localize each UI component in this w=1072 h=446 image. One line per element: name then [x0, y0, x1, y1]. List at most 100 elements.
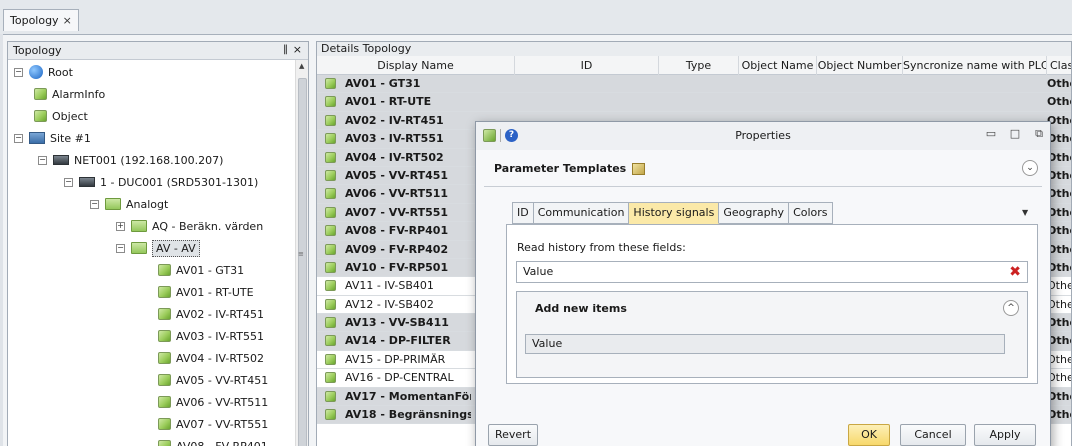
- tree-node[interactable]: AV07 - VV-RT551: [158, 413, 268, 435]
- tree-node[interactable]: AV01 - RT-UTE: [158, 281, 254, 303]
- tab-communication[interactable]: Communication: [533, 202, 630, 224]
- tree-node[interactable]: − Site #1: [14, 127, 91, 149]
- tree-node[interactable]: AV04 - IV-RT502: [158, 347, 264, 369]
- maximize-icon[interactable]: ⧉: [1032, 127, 1046, 141]
- cell-display-name: AV16 - DP-CENTRAL: [345, 371, 454, 385]
- restore-icon[interactable]: □: [1008, 127, 1022, 140]
- tree-node-label: AV08 - FV-RP401: [176, 439, 268, 446]
- doc-tab-topology[interactable]: Topology ×: [3, 9, 79, 31]
- expand-icon[interactable]: +: [116, 221, 125, 231]
- revert-button[interactable]: Revert: [488, 424, 538, 446]
- document-tabstrip: Topology ×: [0, 0, 1072, 34]
- globe-icon: [29, 65, 43, 79]
- dialog-titlebar[interactable]: ? Properties ▭ □ ⧉: [476, 122, 1050, 150]
- collapse-icon[interactable]: −: [14, 67, 23, 77]
- tree-node[interactable]: AlarmInfo: [34, 83, 105, 105]
- tree-node[interactable]: − 1 - DUC001 (SRD5301-1301): [64, 171, 258, 193]
- workspace: Topology ‖ × − Root AlarmInfo Object − Site #…: [3, 34, 1072, 446]
- column-header-id[interactable]: ID: [515, 56, 659, 75]
- close-icon[interactable]: ×: [293, 43, 302, 56]
- ok-button[interactable]: OK: [848, 424, 890, 446]
- collapse-icon[interactable]: −: [38, 155, 47, 165]
- column-header-object-name[interactable]: Object Name: [739, 56, 817, 75]
- column-header-sync-name[interactable]: Syncronize name with PLC: [903, 56, 1047, 75]
- network-icon: [53, 155, 69, 165]
- collapse-icon[interactable]: −: [116, 243, 125, 253]
- cell-object-number: [877, 93, 917, 111]
- tab-geography[interactable]: Geography: [719, 202, 790, 224]
- row-object-icon: [325, 225, 336, 237]
- scroll-thumb[interactable]: [298, 78, 307, 446]
- tree-node-label: NET001 (192.168.100.207): [74, 153, 224, 167]
- new-item-value[interactable]: Value: [525, 334, 1005, 354]
- close-icon[interactable]: ×: [63, 14, 72, 27]
- cell-display-name: AV02 - IV-RT451: [345, 113, 444, 127]
- collapse-icon[interactable]: −: [90, 199, 99, 209]
- delete-icon[interactable]: ✖: [1009, 264, 1021, 280]
- tree-node-label: AV05 - VV-RT451: [176, 373, 269, 387]
- tree-node[interactable]: AV01 - GT31: [158, 259, 244, 281]
- table-row[interactable]: AV01 - GT31 Othe: [317, 75, 1071, 94]
- collapse-icon[interactable]: −: [14, 133, 23, 143]
- topology-panel-header: Topology ‖ ×: [8, 42, 308, 60]
- template-icon: [632, 162, 646, 175]
- dialog-divider: [484, 186, 1042, 187]
- tree-node[interactable]: − NET001 (192.168.100.207): [38, 149, 223, 171]
- topology-panel: Topology ‖ × − Root AlarmInfo Object − Site #…: [7, 41, 309, 446]
- tree-node[interactable]: AV03 - IV-RT551: [158, 325, 264, 347]
- tree-scrollbar[interactable]: ▲ ≡: [295, 60, 308, 446]
- tab-colors[interactable]: Colors: [789, 202, 833, 224]
- cell-sync: [957, 75, 997, 93]
- tree-node[interactable]: − AV - AV: [116, 237, 200, 259]
- cube-icon: [34, 110, 47, 122]
- row-object-icon: [325, 335, 336, 347]
- tree-node-label: AV02 - IV-RT451: [176, 307, 264, 321]
- tree-node-label: AV06 - VV-RT511: [176, 395, 269, 409]
- row-object-icon: [325, 317, 336, 329]
- row-object-icon: [325, 353, 336, 365]
- tree-node[interactable]: + AQ - Beräkn. värden: [116, 215, 263, 237]
- minimize-icon[interactable]: ▭: [984, 127, 998, 140]
- column-header-object-number[interactable]: Object Number: [817, 56, 903, 75]
- cell-type: [659, 75, 739, 93]
- table-row[interactable]: AV01 - RT-UTE Othe: [317, 93, 1071, 112]
- tree-node[interactable]: AV08 - FV-RP401: [158, 435, 268, 446]
- tree-node-label: AV04 - IV-RT502: [176, 351, 264, 365]
- apply-button[interactable]: Apply: [974, 424, 1036, 446]
- cube-icon: [158, 440, 171, 446]
- cube-icon: [158, 264, 171, 276]
- tab-id[interactable]: ID: [512, 202, 534, 224]
- scroll-up-arrow-icon[interactable]: ▲: [299, 62, 304, 70]
- tree-node[interactable]: AV02 - IV-RT451: [158, 303, 264, 325]
- tree-node[interactable]: − Analogt: [90, 193, 168, 215]
- topology-tree: − Root AlarmInfo Object − Site #1− NET001 (192…: [8, 60, 295, 446]
- tree-node[interactable]: − Root: [14, 61, 73, 83]
- history-field-value[interactable]: Value ✖: [516, 261, 1028, 283]
- tree-node[interactable]: AV06 - VV-RT511: [158, 391, 268, 413]
- column-header-class[interactable]: Class: [1047, 56, 1071, 75]
- device-icon: [79, 177, 95, 187]
- tree-node[interactable]: AV05 - VV-RT451: [158, 369, 268, 391]
- pin-icon[interactable]: ‖: [283, 44, 288, 55]
- property-tabs: ID Communication History signals Geography C…: [512, 202, 833, 224]
- cancel-button[interactable]: Cancel: [900, 424, 966, 446]
- cell-display-name: AV01 - GT31: [345, 77, 421, 90]
- collapse-icon[interactable]: −: [64, 177, 73, 187]
- cell-object-number: [877, 75, 917, 93]
- tab-history-signals[interactable]: History signals: [629, 202, 720, 224]
- cube-icon: [158, 330, 171, 342]
- history-field-text: Value: [523, 265, 554, 278]
- tabs-dropdown-arrow-icon[interactable]: ▼: [1022, 208, 1028, 217]
- row-object-icon: [325, 261, 336, 273]
- cell-display-name: AV14 - DP-FILTER: [345, 334, 451, 348]
- column-header-display-name[interactable]: Display Name: [317, 56, 515, 75]
- cell-type: [659, 93, 739, 111]
- cell-display-name: AV07 - VV-RT551: [345, 205, 449, 219]
- scroll-grip-icon: ≡: [298, 250, 304, 258]
- grid-header: Display Name ID Type Object Name Object …: [317, 56, 1071, 75]
- collapse-add-items-icon[interactable]: ^: [1003, 300, 1019, 316]
- expand-parameter-templates-icon[interactable]: ⌄: [1022, 160, 1038, 176]
- column-header-type[interactable]: Type: [659, 56, 739, 75]
- tree-node[interactable]: Object: [34, 105, 88, 127]
- cube-icon: [158, 374, 171, 386]
